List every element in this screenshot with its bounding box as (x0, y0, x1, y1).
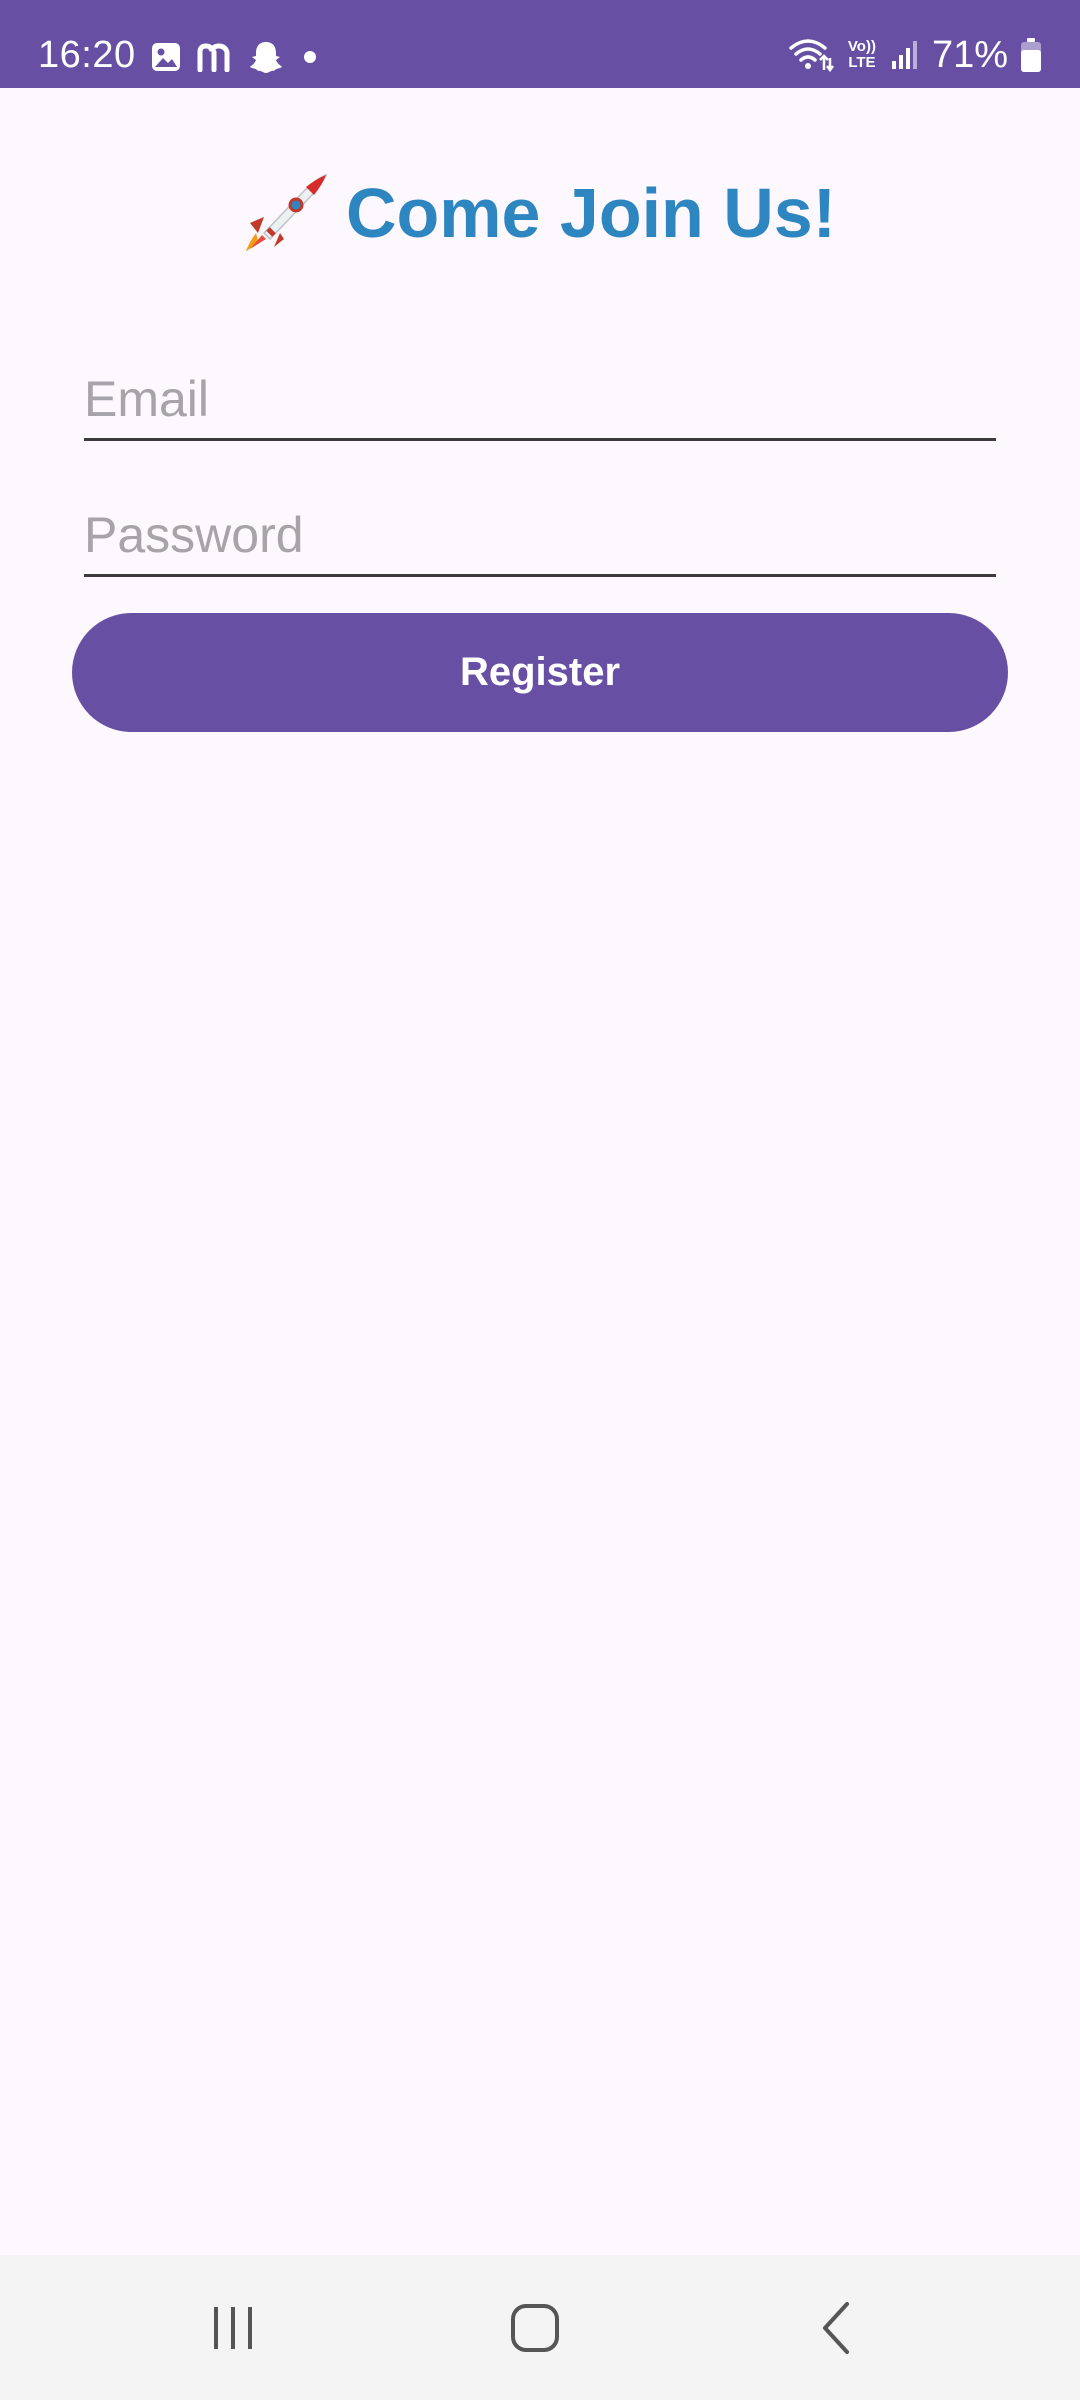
page-title: Come Join Us! (345, 174, 837, 252)
recents-icon (208, 2303, 258, 2353)
status-icons-left (150, 40, 322, 74)
signal-icon (890, 39, 920, 71)
notification-dot-icon (298, 45, 322, 69)
back-button[interactable] (792, 2283, 882, 2373)
gallery-icon (150, 41, 182, 73)
register-button[interactable]: Register (72, 613, 1008, 732)
volte-icon: Vo)) LTE (846, 39, 878, 71)
m-app-icon (196, 42, 234, 72)
volte-label-top: Vo)) (847, 38, 876, 55)
status-bar: 16:20 Vo)) LTE 71% (0, 0, 1080, 88)
wifi-icon (788, 36, 834, 74)
email-field[interactable] (84, 360, 996, 438)
password-field[interactable] (84, 496, 996, 574)
volte-label-bottom: LTE (848, 54, 876, 71)
recents-button[interactable] (188, 2283, 278, 2373)
status-icons-right: Vo)) LTE 71% (788, 36, 1042, 74)
battery-icon (1020, 37, 1042, 73)
snapchat-icon (248, 40, 284, 74)
home-button[interactable] (490, 2283, 580, 2373)
home-icon (509, 2302, 561, 2354)
back-icon (817, 2300, 857, 2356)
battery-percent: 71% (931, 34, 1008, 76)
email-field-container (84, 360, 996, 441)
status-time: 16:20 (38, 34, 136, 76)
rocket-icon (244, 173, 328, 253)
title-row: Come Join Us! (0, 168, 1080, 258)
navigation-bar (0, 2255, 1080, 2400)
password-field-container (84, 496, 996, 577)
